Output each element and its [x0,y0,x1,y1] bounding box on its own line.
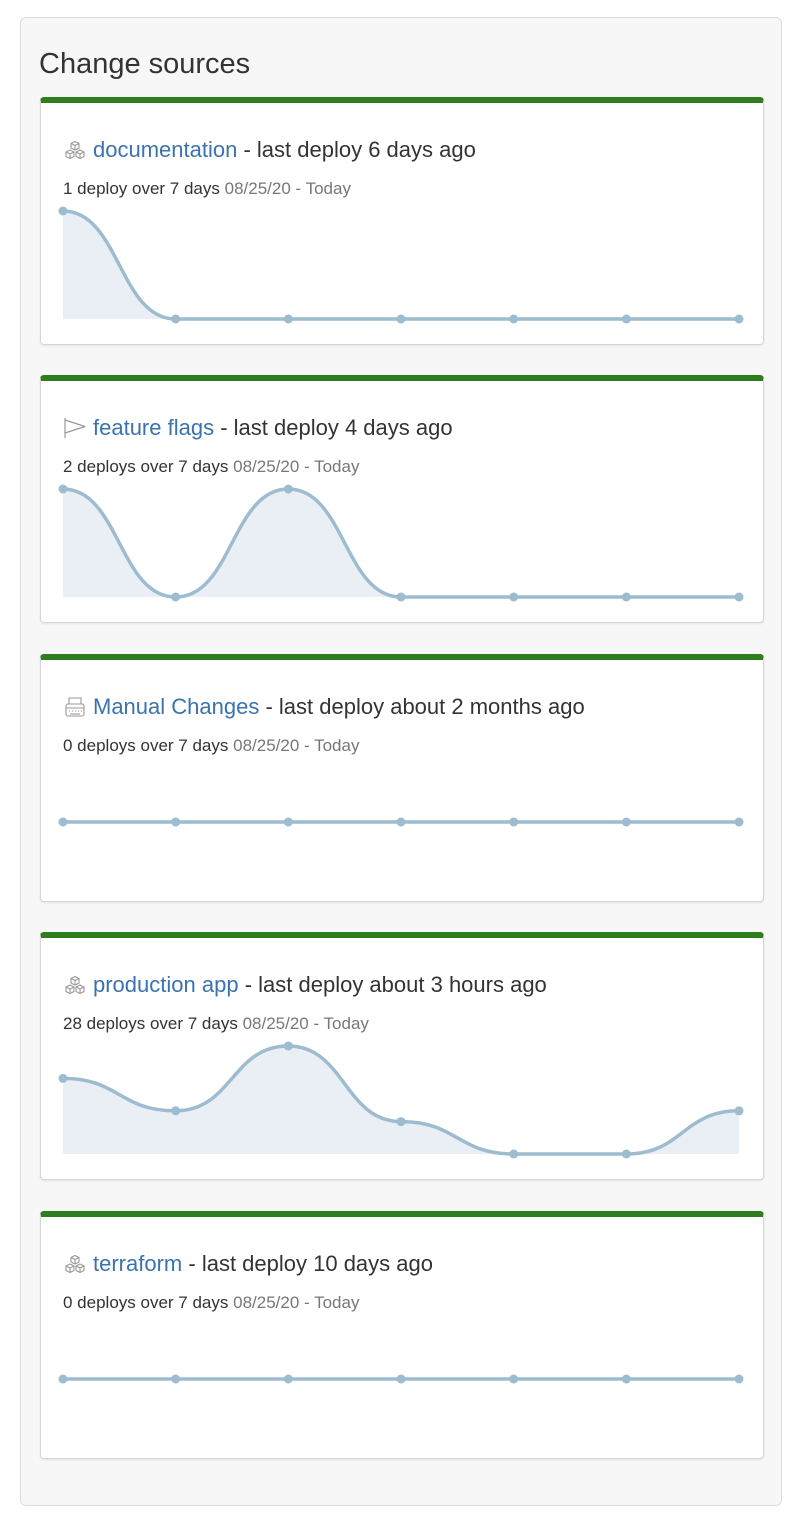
date-range: 08/25/20 - Today [233,457,360,476]
sparkline-point [283,314,293,324]
sparkline-point [171,817,181,827]
card-header: terraform - last deploy 10 days ago [63,1249,433,1279]
source-link-documentation[interactable]: documentation [93,135,237,165]
sparkline-line [61,209,741,321]
cubes-icon [63,138,87,162]
sparkline-area [63,211,739,319]
sparkline-point [509,592,519,602]
sparkline-point [283,817,293,827]
date-range: 08/25/20 - Today [224,179,351,198]
sparkline-point [396,314,406,324]
sparkline-point [171,1106,181,1116]
sparkline-point [58,484,68,494]
deploy-count: 1 deploy over 7 days [63,179,220,198]
last-deploy-text: last deploy 6 days ago [256,137,476,162]
panel-title: Change sources [39,48,251,80]
deploy-summary: 0 deploys over 7 days 08/25/20 - Today [63,1293,359,1313]
keyboard-icon [63,695,87,719]
date-range: 08/25/20 - Today [233,1293,360,1312]
change-sources-panel: Change sources documentation - last depl… [20,17,782,1506]
sparkline-point [621,592,631,602]
source-link-feature-flags[interactable]: feature flags [93,413,214,443]
sparkline-point [396,817,406,827]
sparkline-point [171,592,181,602]
sparkline-point [509,817,519,827]
sparkline-point [58,817,68,827]
cubes-icon [63,973,87,997]
change-source-card-terraform: terraform - last deploy 10 days ago 0 de… [40,1211,764,1459]
date-range: 08/25/20 - Today [233,736,360,755]
sparkline-point [509,1149,519,1159]
sparkline-point [621,1374,631,1384]
deploy-count: 0 deploys over 7 days [63,1293,229,1312]
last-deploy-text: last deploy 4 days ago [233,415,453,440]
sparkline-point [58,1374,68,1384]
header-separator: - [220,415,228,440]
header-separator: - [243,137,251,162]
sparkline-point [171,314,181,324]
last-deploy-text: last deploy 10 days ago [201,1251,433,1276]
last-deploy-text: last deploy about 3 hours ago [258,972,547,997]
source-link-production-app[interactable]: production app [93,970,239,1000]
deploy-count: 0 deploys over 7 days [63,736,229,755]
sparkline-point [734,1374,744,1384]
deploy-sparkline [58,1374,744,1384]
sparkline-point [734,314,744,324]
sparkline-area [63,1046,739,1154]
sparkline-point [58,1073,68,1083]
sparkline-point [621,314,631,324]
sparkline-point [734,1106,744,1116]
deploy-sparkline [58,484,744,602]
sparkline-point [734,592,744,602]
deploy-summary: 1 deploy over 7 days 08/25/20 - Today [63,179,351,199]
last-deploy-text: last deploy about 2 months ago [278,694,585,719]
sparkline-point [621,817,631,827]
sparkline-point [509,314,519,324]
change-source-card-manual-changes: Manual Changes - last deploy about 2 mon… [40,654,764,902]
sparkline-point [396,1374,406,1384]
deploy-summary: 0 deploys over 7 days 08/25/20 - Today [63,736,359,756]
deploy-count: 2 deploys over 7 days [63,457,229,476]
sparkline-point [283,1041,293,1051]
sparkline-point [283,1374,293,1384]
deploy-count: 28 deploys over 7 days [63,1014,238,1033]
sparkline-point [171,1374,181,1384]
sparkline-point [396,592,406,602]
sparkline-point [509,1374,519,1384]
sparkline-point [734,817,744,827]
header-separator: - [265,694,273,719]
deploy-sparkline [58,206,744,324]
deploy-sparkline [58,1041,744,1159]
header-separator: - [188,1251,196,1276]
cubes-icon [63,1252,87,1276]
deploy-summary: 2 deploys over 7 days 08/25/20 - Today [63,457,359,477]
header-separator: - [244,972,253,997]
source-link-terraform[interactable]: terraform [93,1249,182,1279]
change-source-card-feature-flags: feature flags - last deploy 4 days ago 2… [40,375,764,623]
flag-icon [63,416,87,440]
source-link-manual-changes[interactable]: Manual Changes [93,692,259,722]
card-header: Manual Changes - last deploy about 2 mon… [63,692,585,722]
change-source-card-documentation: documentation - last deploy 6 days ago 1… [40,97,764,345]
sparkline-point [283,484,293,494]
card-header: documentation - last deploy 6 days ago [63,135,476,165]
sparkline-point [396,1117,406,1127]
deploy-summary: 28 deploys over 7 days 08/25/20 - Today [63,1014,369,1034]
card-header: feature flags - last deploy 4 days ago [63,413,453,443]
sparkline-line [61,487,741,599]
sparkline-point [58,206,68,216]
sparkline-area [63,489,739,597]
date-range: 08/25/20 - Today [242,1014,369,1033]
deploy-sparkline [58,817,744,827]
card-header: production app - last deploy about 3 hou… [63,970,547,1000]
change-source-card-production-app: production app - last deploy about 3 hou… [40,932,764,1180]
sparkline-point [621,1149,631,1159]
